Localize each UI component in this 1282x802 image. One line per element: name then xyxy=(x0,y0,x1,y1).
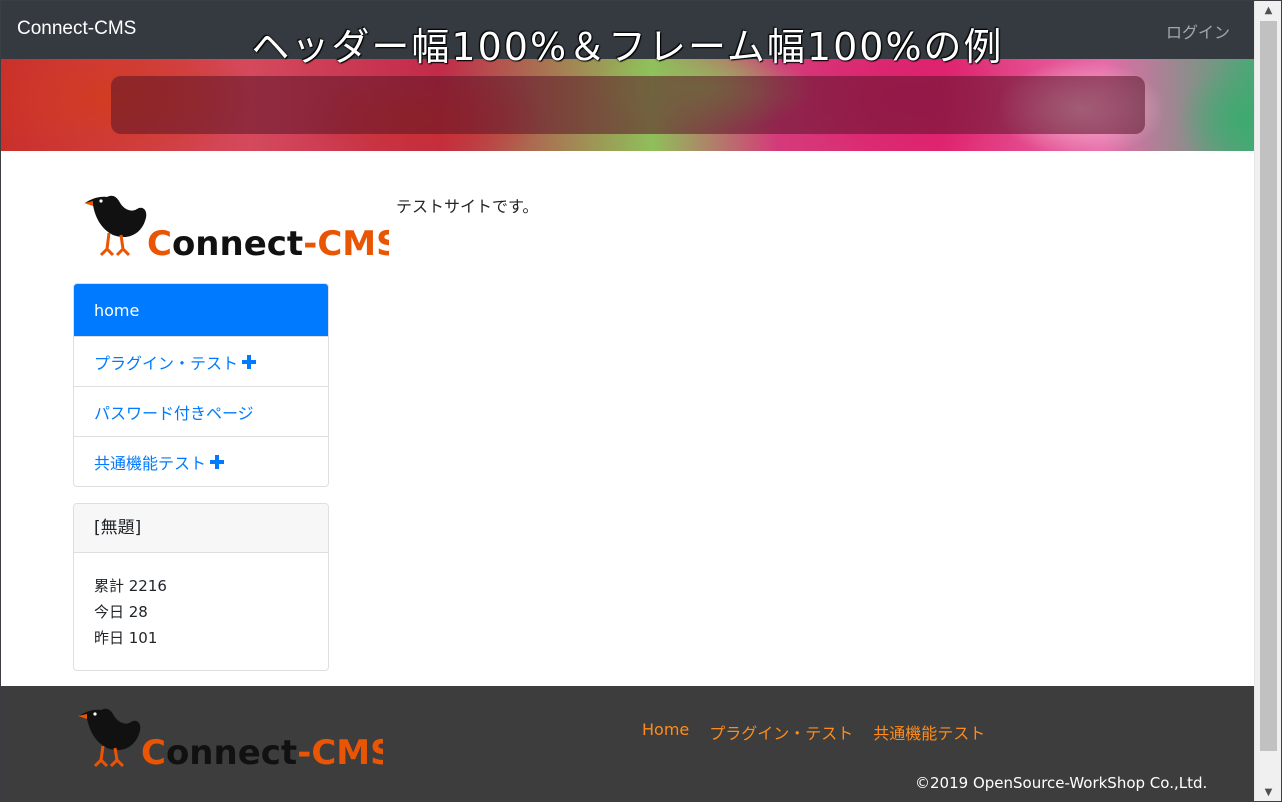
footer-links: Home プラグイン・テスト 共通機能テスト xyxy=(642,720,985,744)
scroll-down-arrow-icon[interactable]: ▼ xyxy=(1255,783,1282,801)
footer-link-common-function-test[interactable]: 共通機能テスト xyxy=(873,720,985,744)
bird-logo-icon: Connect-CMS xyxy=(84,195,401,264)
svg-text:Connect-CMS: Connect-CMS xyxy=(141,733,383,772)
menu-item-password-page[interactable]: パスワード付きページ xyxy=(74,386,328,436)
menu-item-label: 共通機能テスト xyxy=(94,453,207,473)
svg-text:Connect-CMS: Connect-CMS xyxy=(147,224,389,263)
page-menu: home プラグイン・テスト パスワード付きページ 共通機能テスト xyxy=(73,283,329,487)
counter-today: 今日 28 xyxy=(94,603,148,621)
plus-icon[interactable] xyxy=(210,454,225,469)
scrollbar-thumb[interactable] xyxy=(1260,21,1277,751)
footer-link-home[interactable]: Home xyxy=(642,720,689,744)
footer-copyright: ©2019 OpenSource-WorkShop Co.,Ltd. xyxy=(915,774,1208,792)
vertical-scrollbar[interactable]: ▲ ▼ xyxy=(1254,1,1281,801)
logo-text-dash: - xyxy=(303,224,317,263)
scroll-up-arrow-icon[interactable]: ▲ xyxy=(1255,1,1282,19)
footer-logo[interactable]: Connect-CMS xyxy=(73,702,395,773)
site-logo[interactable]: Connect-CMS xyxy=(79,187,401,264)
logo-text-onnect: onnect xyxy=(172,224,303,263)
banner-title-backdrop xyxy=(111,76,1145,134)
plus-icon[interactable] xyxy=(242,354,257,369)
banner-title: ヘッダー幅100%＆フレーム幅100%の例 xyxy=(251,25,1004,69)
logo-text-cms: CMS xyxy=(317,224,389,263)
menu-item-label: プラグイン・テスト xyxy=(94,353,239,373)
menu-item-plugin-test[interactable]: プラグイン・テスト xyxy=(74,336,328,386)
counter-card: [無題] 累計 2216 今日 28 昨日 101 xyxy=(73,503,329,671)
counter-total: 累計 2216 xyxy=(94,577,167,595)
counter-yesterday: 昨日 101 xyxy=(94,629,158,647)
bird-logo-icon: Connect-CMS xyxy=(78,708,395,773)
menu-item-label: home xyxy=(94,300,140,320)
footer-link-plugin-test[interactable]: プラグイン・テスト xyxy=(709,720,853,744)
counter-card-body: 累計 2216 今日 28 昨日 101 xyxy=(74,553,328,670)
counter-card-title: [無題] xyxy=(74,504,328,553)
menu-item-common-function-test[interactable]: 共通機能テスト xyxy=(74,436,328,486)
main-content-text: テストサイトです。 xyxy=(396,197,539,216)
site-footer: Connect-CMS Home プラグイン・テスト 共通機能テスト ©2019… xyxy=(1,686,1254,801)
page-viewport: Connect-CMS ログイン ヘッダー幅100%＆フレーム幅100%の例 C… xyxy=(1,1,1254,801)
menu-item-label: パスワード付きページ xyxy=(94,403,254,423)
menu-item-home[interactable]: home xyxy=(74,284,328,336)
logo-text-c: C xyxy=(147,224,172,263)
